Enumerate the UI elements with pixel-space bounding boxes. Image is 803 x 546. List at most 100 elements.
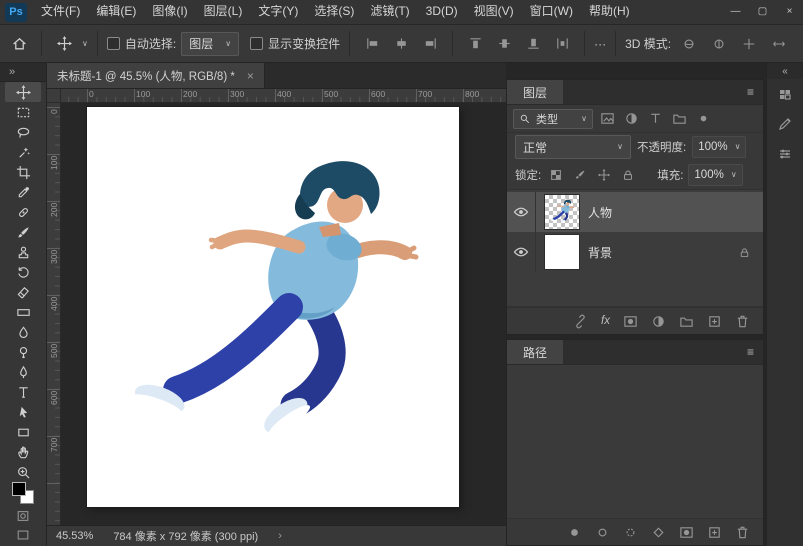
roll-3d-button[interactable] (706, 31, 732, 57)
slide-3d-button[interactable] (766, 31, 792, 57)
color-panel-button[interactable] (767, 79, 803, 109)
align-left-button[interactable] (359, 31, 385, 57)
filter-type-button[interactable] (645, 109, 665, 129)
auto-select-checkbox[interactable] (106, 37, 120, 50)
add-mask-button[interactable] (623, 314, 638, 329)
expand-panels-button[interactable]: « (767, 63, 803, 79)
eraser-tool[interactable] (5, 282, 41, 302)
filter-type-dropdown[interactable]: 类型 ∨ (513, 108, 593, 129)
zoom-level-field[interactable]: 45.53% (56, 530, 93, 542)
layer-row-background[interactable]: 背景 (507, 232, 763, 272)
menu-item[interactable]: 文字(Y) (250, 0, 306, 24)
panel-menu-icon[interactable]: ≡ (738, 80, 763, 104)
dodge-tool[interactable] (5, 342, 41, 362)
eyedropper-tool[interactable] (5, 182, 41, 202)
toolbar-expand-button[interactable]: » (0, 63, 46, 82)
type-tool[interactable] (5, 382, 41, 402)
brush-tool[interactable] (5, 222, 41, 242)
align-right-button[interactable] (417, 31, 443, 57)
align-top-button[interactable] (462, 31, 488, 57)
photoshop-logo[interactable]: Ps (5, 2, 27, 22)
move-tool[interactable] (5, 82, 41, 102)
fill-field[interactable]: 100% ∨ (688, 164, 743, 186)
tab-layers[interactable]: 图层 (507, 80, 564, 104)
menu-item[interactable]: 文件(F) (33, 0, 88, 24)
menu-item[interactable]: 图层(L) (196, 0, 251, 24)
menu-item[interactable]: 选择(S) (306, 0, 362, 24)
close-button[interactable]: × (776, 0, 803, 24)
canvas[interactable] (87, 107, 459, 507)
layer-row-character[interactable]: 人物 (507, 192, 763, 232)
tab-close-icon[interactable]: × (247, 69, 254, 83)
layer-thumbnail[interactable] (544, 234, 580, 270)
opacity-field[interactable]: 100% ∨ (692, 136, 747, 158)
filter-adjustment-button[interactable] (621, 109, 641, 129)
lock-position-button[interactable] (594, 165, 614, 185)
filter-toggle-button[interactable] (693, 109, 713, 129)
align-center-h-button[interactable] (388, 31, 414, 57)
delete-path-button[interactable] (735, 525, 750, 540)
scale-3d-button[interactable] (796, 31, 803, 57)
brushes-panel-button[interactable] (767, 109, 803, 139)
new-layer-button[interactable] (707, 314, 722, 329)
align-bottom-button[interactable] (520, 31, 546, 57)
layer-style-button[interactable]: fx (601, 315, 610, 327)
zoom-tool[interactable] (5, 462, 41, 482)
lock-all-button[interactable] (618, 165, 638, 185)
hand-tool[interactable] (5, 442, 41, 462)
link-layers-button[interactable] (573, 314, 588, 329)
menu-item[interactable]: 图像(I) (144, 0, 195, 24)
filter-pixel-button[interactable] (597, 109, 617, 129)
chevron-down-icon[interactable]: ∨ (82, 39, 88, 48)
visibility-toggle[interactable] (507, 192, 536, 232)
blur-tool[interactable] (5, 322, 41, 342)
stroke-path-button[interactable] (595, 525, 610, 540)
visibility-toggle[interactable] (507, 232, 536, 272)
status-chevron-icon[interactable]: › (278, 530, 282, 542)
filter-shape-button[interactable] (669, 109, 689, 129)
path-selection-tool[interactable] (5, 402, 41, 422)
object-selection-tool[interactable] (5, 142, 41, 162)
menu-item[interactable]: 滤镜(T) (362, 0, 417, 24)
layer-name[interactable]: 背景 (588, 244, 612, 261)
menu-item[interactable]: 帮助(H) (581, 0, 638, 24)
lock-transparent-button[interactable] (546, 165, 566, 185)
show-transform-checkbox[interactable] (250, 37, 264, 50)
add-mask-button[interactable] (679, 525, 694, 540)
menu-item[interactable]: 视图(V) (466, 0, 522, 24)
pen-tool[interactable] (5, 362, 41, 382)
quick-mask-button[interactable] (16, 508, 30, 524)
properties-panel-button[interactable] (767, 139, 803, 169)
align-middle-button[interactable] (491, 31, 517, 57)
layer-name[interactable]: 人物 (588, 204, 612, 221)
new-path-button[interactable] (707, 525, 722, 540)
lasso-tool[interactable] (5, 122, 41, 142)
color-swatches[interactable] (12, 482, 34, 504)
fill-path-button[interactable] (567, 525, 582, 540)
layer-thumbnail[interactable] (544, 194, 580, 230)
delete-layer-button[interactable] (735, 314, 750, 329)
new-group-button[interactable] (679, 314, 694, 329)
canvas-scroll-area[interactable] (61, 103, 506, 525)
distribute-button[interactable] (549, 31, 575, 57)
home-button[interactable] (6, 31, 32, 57)
load-selection-button[interactable] (623, 525, 638, 540)
menu-item[interactable]: 窗口(W) (522, 0, 581, 24)
screen-mode-button[interactable] (16, 527, 30, 543)
more-options-button[interactable]: ··· (594, 37, 606, 51)
tab-paths[interactable]: 路径 (507, 340, 564, 364)
blend-mode-dropdown[interactable]: 正常 ∨ (515, 135, 631, 159)
shape-tool[interactable] (5, 422, 41, 442)
auto-select-target-dropdown[interactable]: 图层 ∨ (181, 31, 240, 56)
tool-preset-move[interactable] (51, 31, 77, 57)
marquee-tool[interactable] (5, 102, 41, 122)
panel-menu-icon[interactable]: ≡ (738, 340, 763, 364)
maximize-button[interactable]: ▢ (749, 0, 776, 24)
crop-tool[interactable] (5, 162, 41, 182)
gradient-tool[interactable] (5, 302, 41, 322)
pan-3d-button[interactable] (736, 31, 762, 57)
lock-pixels-button[interactable] (570, 165, 590, 185)
make-work-path-button[interactable] (651, 525, 666, 540)
clone-stamp-tool[interactable] (5, 242, 41, 262)
foreground-color-swatch[interactable] (12, 482, 26, 496)
